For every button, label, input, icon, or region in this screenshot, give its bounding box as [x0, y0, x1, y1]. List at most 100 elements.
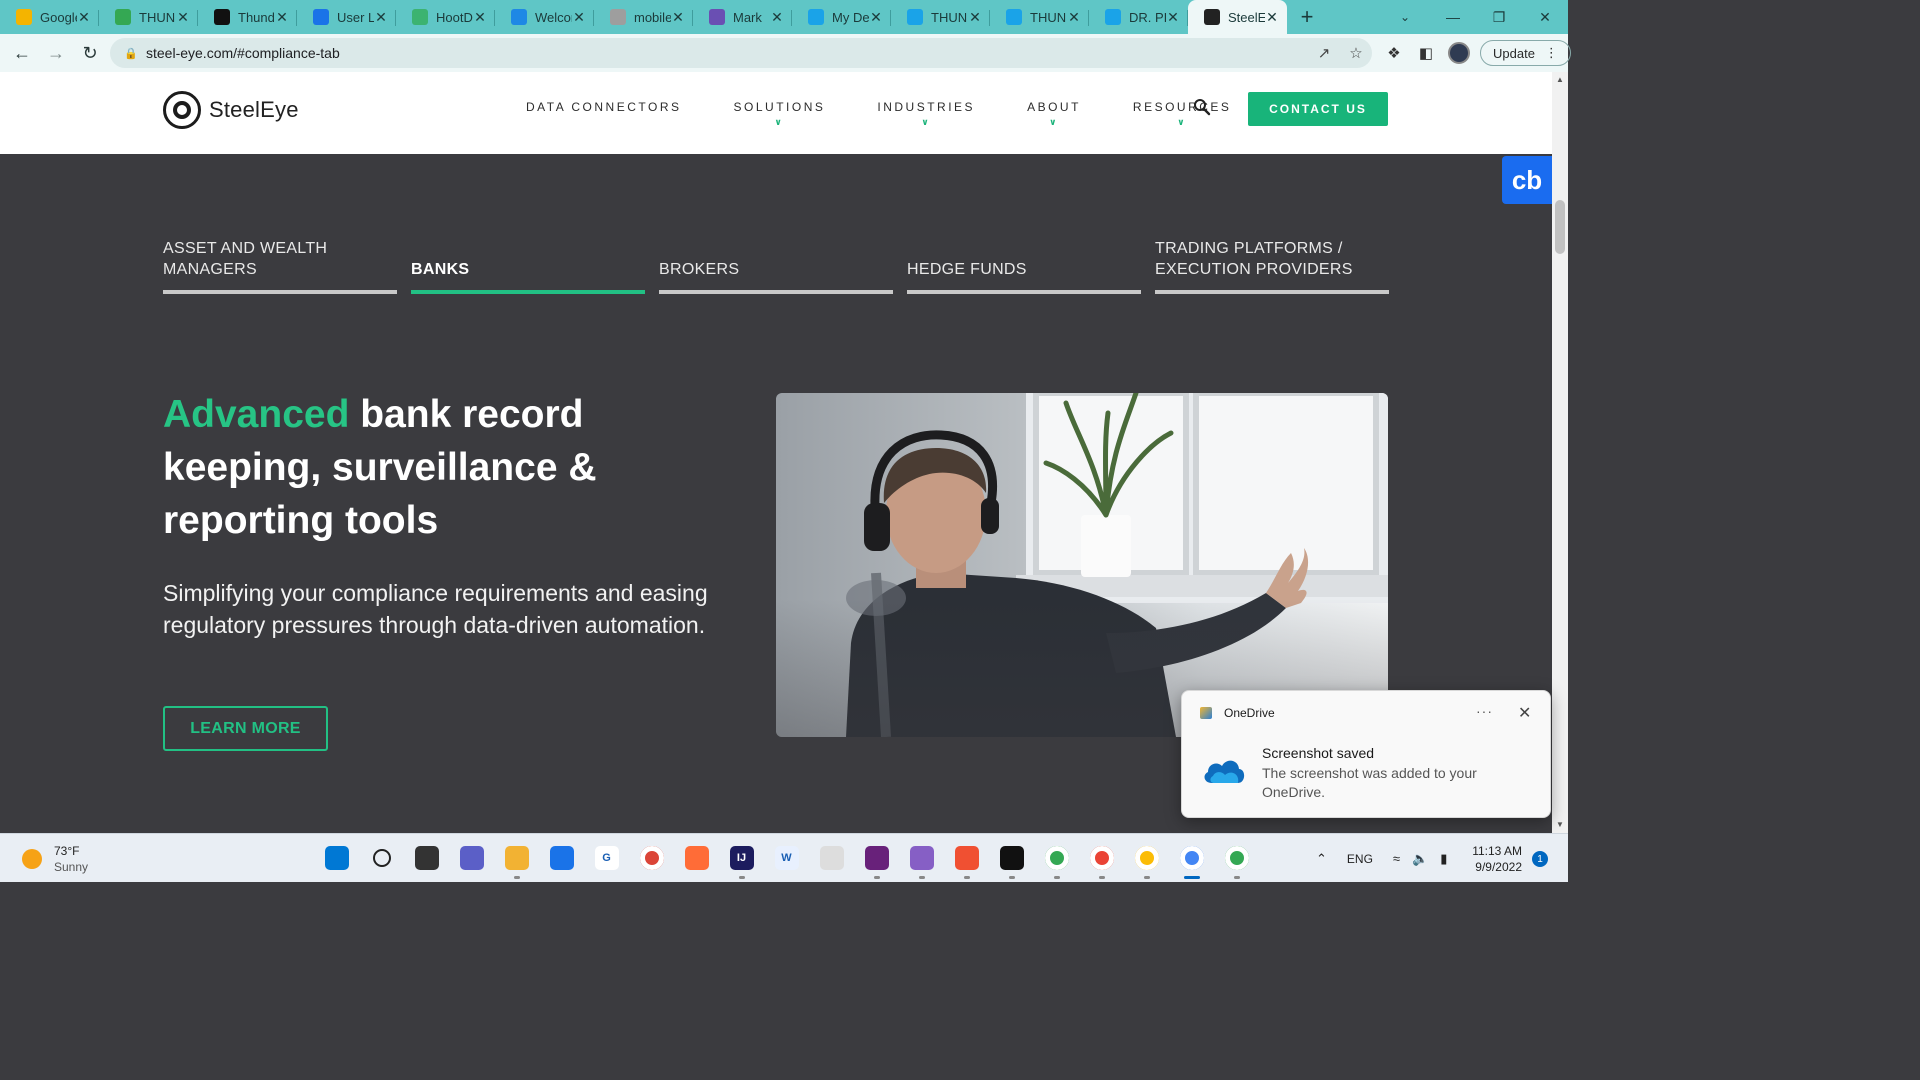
steeleye-logo[interactable]: SteelEye	[163, 91, 299, 129]
close-tab-icon[interactable]: ✕	[968, 9, 982, 26]
taskbar-clock[interactable]: 11:13 AM 9/9/2022	[1466, 843, 1522, 875]
wifi-icon[interactable]: ≈	[1393, 851, 1400, 866]
cb-widget-badge[interactable]: cb	[1502, 156, 1552, 204]
nav-item[interactable]: SOLUTIONS ∨	[733, 100, 826, 127]
running-indicator	[1053, 876, 1060, 879]
weather-widget[interactable]: 73°F Sunny	[22, 843, 88, 875]
browser-tab[interactable]: Mark ✕	[693, 0, 792, 34]
scroll-down-icon[interactable]: ▼	[1552, 817, 1568, 833]
taskbar-app[interactable]	[359, 840, 404, 876]
tray-chevron-icon[interactable]: ⌃	[1316, 851, 1327, 867]
back-icon[interactable]: ←	[5, 36, 39, 70]
taskbar-app[interactable]	[899, 840, 944, 879]
industry-tab[interactable]: BANKS	[411, 240, 645, 294]
language-indicator[interactable]: ENG	[1347, 852, 1373, 866]
nav-item[interactable]: DATA CONNECTORS	[526, 100, 682, 114]
industry-tab[interactable]: HEDGE FUNDS	[907, 240, 1141, 294]
close-window-icon[interactable]: ✕	[1522, 0, 1568, 34]
industry-tab[interactable]: ASSET AND WEALTH MANAGERS	[163, 240, 397, 294]
taskbar-app[interactable]: G	[584, 840, 629, 876]
close-tab-icon[interactable]: ✕	[473, 9, 487, 26]
nav-item[interactable]: ABOUT ∨	[1027, 100, 1081, 127]
contact-us-button[interactable]: CONTACT US	[1248, 92, 1388, 126]
lock-icon[interactable]: 🔒	[124, 47, 138, 60]
scrollbar-thumb[interactable]	[1555, 200, 1565, 254]
industry-tab[interactable]: BROKERS	[659, 240, 893, 294]
tab-search-icon[interactable]: ⌄	[1390, 0, 1420, 34]
taskbar-app[interactable]	[1124, 840, 1169, 879]
taskbar-app[interactable]	[494, 840, 539, 879]
close-tab-icon[interactable]: ✕	[275, 9, 289, 26]
taskbar-app[interactable]	[404, 840, 449, 876]
industry-tab[interactable]: TRADING PLATFORMS / EXECUTION PROVIDERS	[1155, 240, 1389, 294]
site-search-icon[interactable]	[1193, 98, 1211, 116]
address-bar[interactable]: 🔒 steel-eye.com/#compliance-tab ↗ ☆	[110, 38, 1372, 68]
taskbar-app[interactable]	[809, 840, 854, 876]
extensions-icon[interactable]: ❖	[1378, 44, 1410, 62]
browser-tab[interactable]: HootD ✕	[396, 0, 495, 34]
learn-more-button[interactable]: LEARN MORE	[163, 706, 328, 751]
taskbar-app[interactable]	[989, 840, 1034, 879]
taskbar-app[interactable]	[944, 840, 989, 879]
browser-tab[interactable]: DR. PI ✕	[1089, 0, 1188, 34]
notification-count-badge[interactable]: 1	[1532, 851, 1548, 867]
close-tab-icon[interactable]: ✕	[1067, 9, 1081, 26]
browser-tab[interactable]: Welcome✕	[495, 0, 594, 34]
close-tab-icon[interactable]: ✕	[671, 9, 685, 26]
taskbar-app[interactable]	[629, 840, 674, 876]
taskbar-app[interactable]	[449, 840, 494, 876]
close-tab-icon[interactable]: ✕	[572, 9, 586, 26]
browser-tab[interactable]: User Li✕	[297, 0, 396, 34]
browser-tab[interactable]: THUNDER✕	[99, 0, 198, 34]
taskbar-app[interactable]	[539, 840, 584, 876]
browser-tab[interactable]: THUNDER✕	[990, 0, 1089, 34]
taskbar-app[interactable]	[854, 840, 899, 879]
share-icon[interactable]: ↗	[1308, 44, 1340, 62]
taskbar-app[interactable]	[1214, 840, 1259, 879]
taskbar-app[interactable]	[1034, 840, 1079, 879]
close-notification-icon[interactable]: ✕	[1518, 703, 1531, 723]
battery-icon[interactable]: ▮	[1440, 851, 1447, 867]
side-panel-icon[interactable]: ◧	[1410, 44, 1442, 62]
close-tab-icon[interactable]: ✕	[374, 9, 388, 26]
nav-item[interactable]: INDUSTRIES ∨	[877, 100, 975, 127]
shield-icon	[709, 9, 725, 25]
browser-tab[interactable]: mobile ✕	[594, 0, 693, 34]
browser-tab[interactable]: Thunder✕	[198, 0, 297, 34]
close-tab-icon[interactable]: ✕	[770, 9, 784, 26]
running-indicator	[1143, 876, 1150, 879]
restore-icon[interactable]: ❐	[1476, 0, 1522, 34]
taskbar-app[interactable]: IJ	[719, 840, 764, 879]
profile-avatar[interactable]	[1448, 42, 1470, 64]
taskbar-app[interactable]	[314, 840, 359, 876]
taskbar-app[interactable]	[1079, 840, 1124, 879]
forward-icon[interactable]: →	[39, 36, 73, 70]
more-options-icon[interactable]: ···	[1476, 703, 1493, 719]
onedrive-notification[interactable]: OneDrive ··· ✕ Screenshot saved The scre…	[1181, 690, 1551, 818]
update-button[interactable]: Update ⋮	[1480, 40, 1571, 66]
taskbar-app[interactable]: W	[764, 840, 809, 876]
url-text[interactable]: steel-eye.com/#compliance-tab	[146, 45, 1308, 61]
running-indicator	[513, 876, 520, 879]
close-tab-icon[interactable]: ✕	[77, 9, 91, 26]
browser-tab[interactable]: THUNDER✕	[891, 0, 990, 34]
scroll-up-icon[interactable]: ▲	[1552, 72, 1568, 88]
volume-icon[interactable]: 🔈	[1412, 851, 1428, 867]
close-tab-icon[interactable]: ✕	[1265, 9, 1279, 26]
close-tab-icon[interactable]: ✕	[869, 9, 883, 26]
taskbar-app[interactable]	[1169, 840, 1214, 879]
browser-tab[interactable]: SteelEye✕	[1188, 0, 1287, 34]
reload-icon[interactable]: ↻	[73, 36, 107, 70]
close-tab-icon[interactable]: ✕	[1166, 9, 1180, 26]
browser-tab[interactable]: Google Slides✕	[0, 0, 99, 34]
taskbar-app[interactable]	[674, 840, 719, 876]
task-view-icon	[414, 846, 439, 870]
bookmark-star-icon[interactable]: ☆	[1340, 44, 1372, 62]
page-scrollbar[interactable]: ▲ ▼	[1552, 72, 1568, 833]
nav-item[interactable]: RESOURCES ∨	[1133, 100, 1232, 127]
minimize-icon[interactable]: —	[1430, 0, 1476, 34]
browser-tab[interactable]: My De ✕	[792, 0, 891, 34]
close-tab-icon[interactable]: ✕	[176, 9, 190, 26]
new-tab-button[interactable]: +	[1287, 0, 1327, 34]
nav-item-label: SOLUTIONS	[733, 100, 826, 114]
